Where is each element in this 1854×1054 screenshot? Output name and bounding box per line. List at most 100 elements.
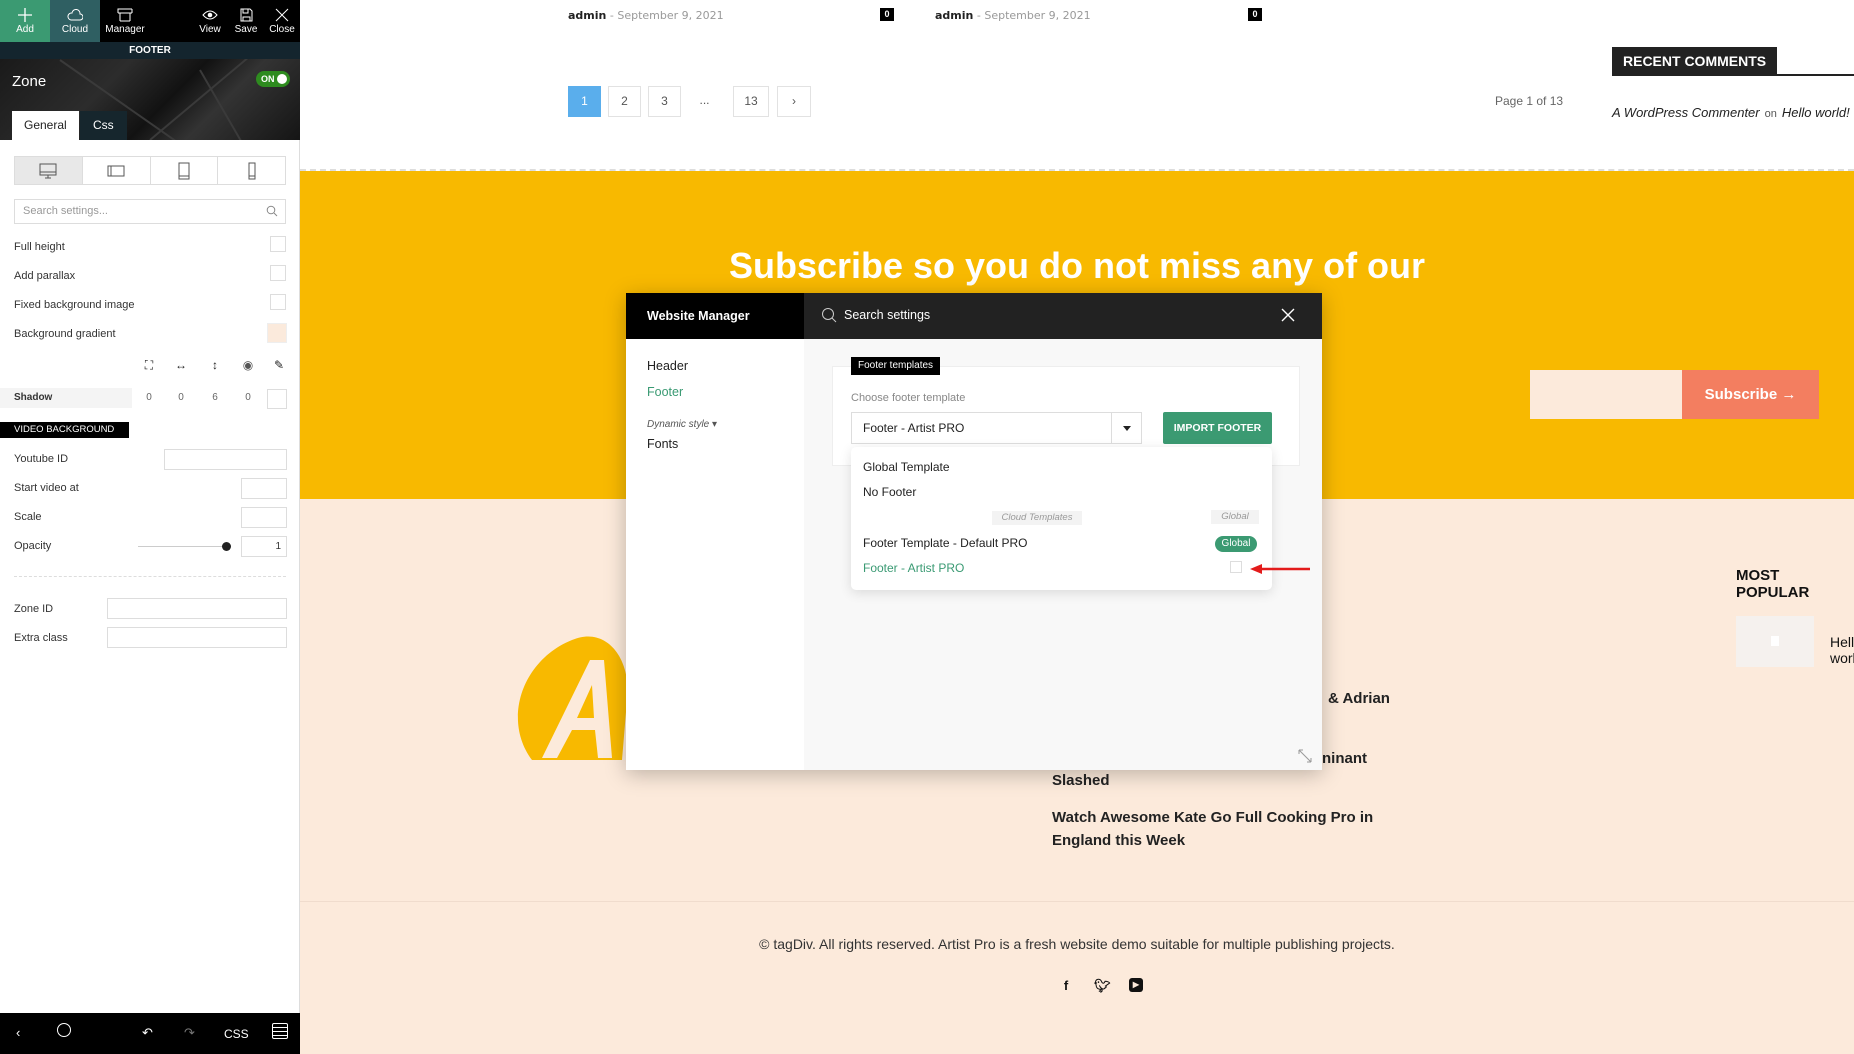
shadow-label: Shadow bbox=[14, 392, 53, 403]
full-height-label: Full height bbox=[14, 241, 65, 253]
zone-header: Zone ON General Css bbox=[0, 59, 300, 140]
zone-id-input[interactable] bbox=[107, 598, 287, 619]
arrow-right-icon: → bbox=[1781, 386, 1797, 403]
device-desktop[interactable] bbox=[15, 157, 83, 184]
footer-post-link[interactable]: ninant bbox=[1322, 748, 1652, 770]
extra-class-input[interactable] bbox=[107, 627, 287, 648]
start-video-label: Start video at bbox=[14, 482, 79, 494]
post-meta: admin - September 9, 2021 bbox=[568, 9, 724, 22]
subscribe-button[interactable]: Subscribe → bbox=[1682, 370, 1819, 419]
footer-post-link[interactable]: England this Week bbox=[1052, 830, 1382, 852]
page-2-button[interactable]: 2 bbox=[608, 86, 641, 117]
option-global-template[interactable]: Global Template bbox=[863, 460, 950, 474]
layers-icon[interactable] bbox=[272, 1023, 288, 1039]
footer-post-link[interactable]: Slashed bbox=[1052, 770, 1382, 792]
post-thumbnail[interactable] bbox=[1736, 616, 1814, 667]
redo-icon[interactable]: ↷ bbox=[184, 1025, 195, 1041]
cloud-icon bbox=[67, 8, 83, 20]
extra-class-label: Extra class bbox=[14, 632, 68, 644]
add-button[interactable]: Add bbox=[0, 0, 50, 42]
start-video-input[interactable] bbox=[241, 478, 287, 499]
mobile-icon bbox=[248, 162, 256, 179]
recent-comment: A WordPress Commenter on Hello world! bbox=[1612, 105, 1850, 120]
back-icon[interactable]: ‹ bbox=[16, 1025, 20, 1040]
copyright-text: © tagDiv. All rights reserved. Artist Pr… bbox=[759, 936, 1395, 952]
set-global-checkbox[interactable] bbox=[1230, 561, 1242, 573]
shadow-color-swatch[interactable] bbox=[267, 389, 287, 409]
shadow-y-value[interactable]: 6 bbox=[208, 392, 222, 403]
next-page-button[interactable]: › bbox=[777, 86, 811, 117]
device-mobile[interactable] bbox=[218, 157, 285, 184]
template-dropdown: Global Template No Footer Cloud Template… bbox=[851, 447, 1272, 590]
editor-bottom-bar: ‹ ↶ ↷ CSS bbox=[0, 1013, 300, 1054]
option-no-footer[interactable]: No Footer bbox=[863, 485, 916, 499]
shadow-y-icon: ↕ bbox=[212, 358, 218, 372]
nav-header[interactable]: Header bbox=[647, 359, 688, 373]
bg-gradient-label: Background gradient bbox=[14, 328, 116, 340]
twitter-icon[interactable]: 🐦︎ bbox=[1094, 978, 1111, 993]
footer-post-link[interactable]: Watch Awesome Kate Go Full Cooking Pro i… bbox=[1052, 807, 1382, 829]
zone-toggle[interactable]: ON bbox=[256, 71, 290, 87]
nav-fonts[interactable]: Fonts bbox=[647, 437, 678, 451]
view-button[interactable]: View bbox=[192, 0, 228, 42]
css-button[interactable]: CSS bbox=[224, 1027, 249, 1041]
tab-general[interactable]: General bbox=[12, 111, 79, 140]
comment-count-badge[interactable]: 0 bbox=[880, 8, 894, 21]
device-tablet-portrait[interactable] bbox=[151, 157, 219, 184]
opacity-label: Opacity bbox=[14, 540, 52, 552]
add-parallax-label: Add parallax bbox=[14, 270, 76, 282]
page-3-button[interactable]: 3 bbox=[648, 86, 681, 117]
tab-css[interactable]: Css bbox=[80, 111, 127, 140]
full-height-checkbox[interactable] bbox=[270, 236, 286, 252]
manager-button[interactable]: Manager bbox=[100, 0, 150, 42]
search-icon bbox=[822, 308, 837, 323]
facebook-icon[interactable]: f bbox=[1059, 978, 1073, 993]
close-icon[interactable] bbox=[1280, 307, 1296, 323]
shadow-blur-icon: ◉ bbox=[242, 358, 254, 372]
fixed-bg-checkbox[interactable] bbox=[270, 294, 286, 310]
shadow-blur-value[interactable]: 0 bbox=[241, 392, 255, 403]
shadow-x-icon: ↔ bbox=[175, 358, 187, 372]
subscribe-email-input[interactable] bbox=[1530, 370, 1682, 419]
card-tag: Footer templates bbox=[851, 357, 941, 375]
settings-search-input[interactable]: Search settings... bbox=[14, 199, 286, 224]
cloud-button[interactable]: Cloud bbox=[50, 0, 100, 42]
youtube-id-input[interactable] bbox=[164, 449, 287, 470]
footer-template-select[interactable]: Footer - Artist PRO bbox=[851, 412, 1142, 444]
comment-author-link[interactable]: A WordPress Commenter bbox=[1612, 105, 1760, 120]
search-icon bbox=[266, 205, 278, 217]
page-1-button[interactable]: 1 bbox=[568, 86, 601, 117]
scale-input[interactable] bbox=[241, 507, 287, 528]
bg-gradient-swatch[interactable] bbox=[267, 323, 287, 343]
youtube-icon[interactable]: ▶ bbox=[1129, 978, 1143, 992]
nav-footer[interactable]: Footer bbox=[647, 385, 683, 399]
comment-count-badge[interactable]: 0 bbox=[1248, 8, 1262, 21]
device-tablet-landscape[interactable] bbox=[83, 157, 151, 184]
editor-toolbar: Add Cloud Manager View Save Close bbox=[0, 0, 300, 42]
opacity-slider[interactable] bbox=[138, 546, 228, 547]
option-footer-artist-pro[interactable]: Footer - Artist PRO bbox=[863, 561, 964, 575]
save-button[interactable]: Save bbox=[228, 0, 264, 42]
add-parallax-checkbox[interactable] bbox=[270, 265, 286, 281]
page-13-button[interactable]: 13 bbox=[733, 86, 769, 117]
modal-title: Website Manager bbox=[626, 293, 804, 339]
footer-post-link[interactable]: & Adrian bbox=[1328, 688, 1658, 710]
option-footer-default-pro[interactable]: Footer Template - Default PRO bbox=[863, 536, 1028, 550]
floppy-icon bbox=[240, 8, 253, 21]
undo-icon[interactable]: ↶ bbox=[142, 1025, 153, 1041]
opacity-input[interactable]: 1 bbox=[241, 536, 287, 557]
recent-comments-title: RECENT COMMENTS bbox=[1612, 47, 1778, 76]
opacity-slider-handle[interactable] bbox=[222, 542, 231, 551]
shadow-spread-value[interactable]: 0 bbox=[142, 392, 156, 403]
import-footer-button[interactable]: IMPORT FOOTER bbox=[1163, 412, 1272, 444]
plus-icon bbox=[18, 7, 32, 22]
home-icon[interactable] bbox=[57, 1023, 71, 1037]
modal-search-input[interactable]: Search settings bbox=[844, 308, 930, 322]
shadow-x-value[interactable]: 0 bbox=[174, 392, 188, 403]
resize-icon[interactable] bbox=[1298, 749, 1312, 763]
zone-id-label: Zone ID bbox=[14, 603, 54, 615]
dynamic-style-toggle[interactable]: Dynamic style ▾ bbox=[647, 419, 717, 430]
comment-post-link[interactable]: Hello world! bbox=[1782, 105, 1850, 120]
popular-post-link[interactable]: Hello world! bbox=[1830, 634, 1854, 666]
close-button[interactable]: Close bbox=[264, 0, 300, 42]
